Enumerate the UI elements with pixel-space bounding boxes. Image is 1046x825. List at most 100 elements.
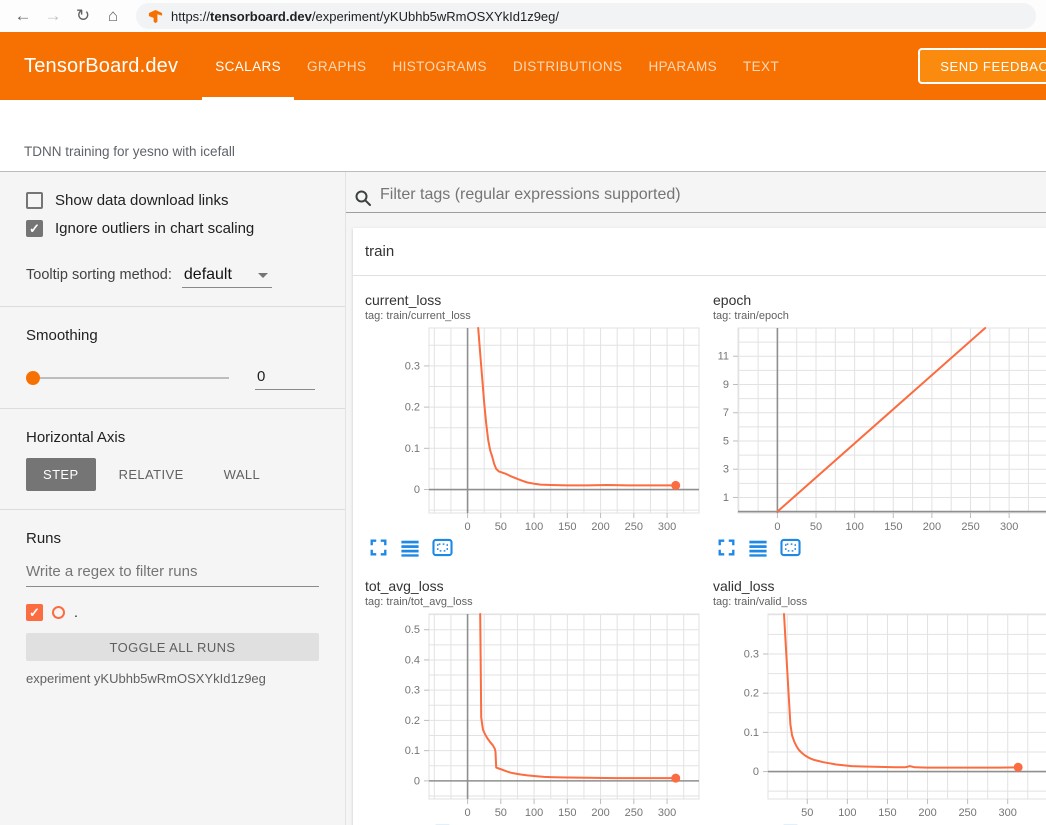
general-settings-section: Show data download links ✓ Ignore outlie… [0,172,345,307]
experiment-title-strip: TDNN training for yesno with icefall [0,100,1046,172]
search-icon [354,189,372,207]
run-row[interactable]: ✓ . [26,601,319,623]
forward-icon[interactable]: → [40,3,66,29]
svg-text:100: 100 [838,807,856,818]
log-scale-icon[interactable] [747,536,769,558]
tab-text[interactable]: TEXT [730,32,792,100]
line-chart[interactable]: 5010015020025030000.10.20.3 [711,610,1046,818]
svg-text:100: 100 [525,521,543,532]
settings-sidebar: Show data download links ✓ Ignore outlie… [0,172,346,825]
fit-domain-icon[interactable] [431,536,453,558]
svg-text:150: 150 [884,521,902,532]
smoothing-value-input[interactable] [255,366,315,390]
expand-chart-icon[interactable] [367,536,389,558]
svg-text:250: 250 [625,807,643,818]
train-section-header[interactable]: train [353,228,1046,276]
scalars-dashboard: train current_loss tag: train/current_lo… [346,172,1046,825]
line-chart[interactable]: 05010015020025030000.10.20.30.40.5 [363,610,701,818]
svg-text:50: 50 [495,807,507,818]
svg-text:300: 300 [658,807,676,818]
svg-text:200: 200 [591,521,609,532]
chart-title: epoch [711,292,1046,309]
tooltip-sorting-dropdown[interactable]: default [182,266,272,288]
smoothing-label: Smoothing [26,327,319,344]
runs-filter-input[interactable] [26,555,319,587]
axis-relative-button[interactable]: RELATIVE [102,458,201,491]
tab-histograms[interactable]: HISTOGRAMS [379,32,500,100]
svg-text:0.2: 0.2 [405,715,420,727]
app-header: TensorBoard.dev SCALARS GRAPHS HISTOGRAM… [0,32,1046,100]
tab-hparams[interactable]: HPARAMS [635,32,730,100]
checkbox-unchecked-icon[interactable] [26,192,43,209]
svg-text:1: 1 [723,492,729,504]
svg-text:50: 50 [801,807,813,818]
svg-text:200: 200 [918,807,936,818]
toggle-all-runs-button[interactable]: TOGGLE ALL RUNS [26,633,319,661]
svg-text:9: 9 [723,379,729,391]
svg-text:250: 250 [961,521,979,532]
svg-text:5: 5 [723,435,729,447]
svg-text:0.1: 0.1 [405,443,420,455]
runs-section: Runs ✓ . TOGGLE ALL RUNS experiment yKUb… [0,510,345,704]
svg-text:3: 3 [723,464,729,476]
show-download-links-checkbox-row[interactable]: Show data download links [26,186,319,214]
tag-filter-input[interactable] [380,186,1046,210]
horizontal-axis-label: Horizontal Axis [26,429,319,446]
svg-text:0: 0 [753,766,759,778]
url-text: https://tensorboard.dev/experiment/yKUbh… [171,9,559,24]
run-name: . [74,604,78,620]
experiment-caption: experiment yKUbhb5wRmOSXYkId1z9eg [26,671,319,686]
chart-tot-avg-loss: tot_avg_loss tag: train/tot_avg_loss 050… [353,562,701,825]
reload-icon[interactable]: ↻ [70,3,96,29]
expand-chart-icon[interactable] [715,536,737,558]
run-checkbox-icon[interactable]: ✓ [26,604,43,621]
svg-text:7: 7 [723,407,729,419]
svg-text:300: 300 [658,521,676,532]
tensorboard-favicon [148,9,163,24]
line-chart[interactable]: 05010015020025030000.10.20.3 [363,324,701,532]
slider-track[interactable] [26,377,229,379]
tab-graphs[interactable]: GRAPHS [294,32,379,100]
tab-scalars[interactable]: SCALARS [202,32,294,100]
slider-thumb[interactable] [26,371,40,385]
ignore-outliers-checkbox-row[interactable]: ✓ Ignore outliers in chart scaling [26,214,319,242]
checkbox-label: Ignore outliers in chart scaling [55,220,254,237]
svg-text:0.3: 0.3 [405,360,420,372]
axis-step-button[interactable]: STEP [26,458,96,491]
axis-wall-button[interactable]: WALL [207,458,278,491]
chart-tag: tag: train/epoch [711,309,1046,324]
chart-title: tot_avg_loss [363,578,701,595]
svg-text:300: 300 [999,807,1017,818]
fit-domain-icon[interactable] [779,536,801,558]
line-chart[interactable]: 0501001502002503001357911 [711,324,1046,532]
home-icon[interactable]: ⌂ [100,3,126,29]
svg-text:50: 50 [810,521,822,532]
smoothing-slider[interactable] [26,371,229,385]
chart-actions [715,536,1046,558]
checkbox-checked-icon[interactable]: ✓ [26,220,43,237]
app-brand: TensorBoard.dev [24,55,178,78]
svg-text:11: 11 [718,351,729,363]
chart-epoch: epoch tag: train/epoch 05010015020025030… [701,276,1046,562]
log-scale-icon[interactable] [399,536,421,558]
svg-text:0.5: 0.5 [405,624,420,636]
address-bar[interactable]: https://tensorboard.dev/experiment/yKUbh… [136,3,1036,29]
back-icon[interactable]: ← [10,3,36,29]
chart-actions [367,536,701,558]
svg-text:0.4: 0.4 [405,654,420,666]
browser-toolbar: ← → ↻ ⌂ https://tensorboard.dev/experime… [0,0,1046,32]
svg-text:0: 0 [414,484,420,496]
tab-distributions[interactable]: DISTRIBUTIONS [500,32,635,100]
svg-text:200: 200 [923,521,941,532]
svg-text:0: 0 [414,775,420,787]
chart-title: valid_loss [711,578,1046,595]
svg-text:0.1: 0.1 [405,745,420,757]
svg-text:150: 150 [878,807,896,818]
svg-text:0: 0 [774,521,780,532]
send-feedback-button[interactable]: SEND FEEDBACK [918,48,1046,84]
checkbox-label: Show data download links [55,192,228,209]
svg-text:0.3: 0.3 [744,648,759,660]
chart-valid-loss: valid_loss tag: train/valid_loss 5010015… [701,562,1046,825]
svg-text:0: 0 [465,807,471,818]
runs-label: Runs [26,530,319,547]
